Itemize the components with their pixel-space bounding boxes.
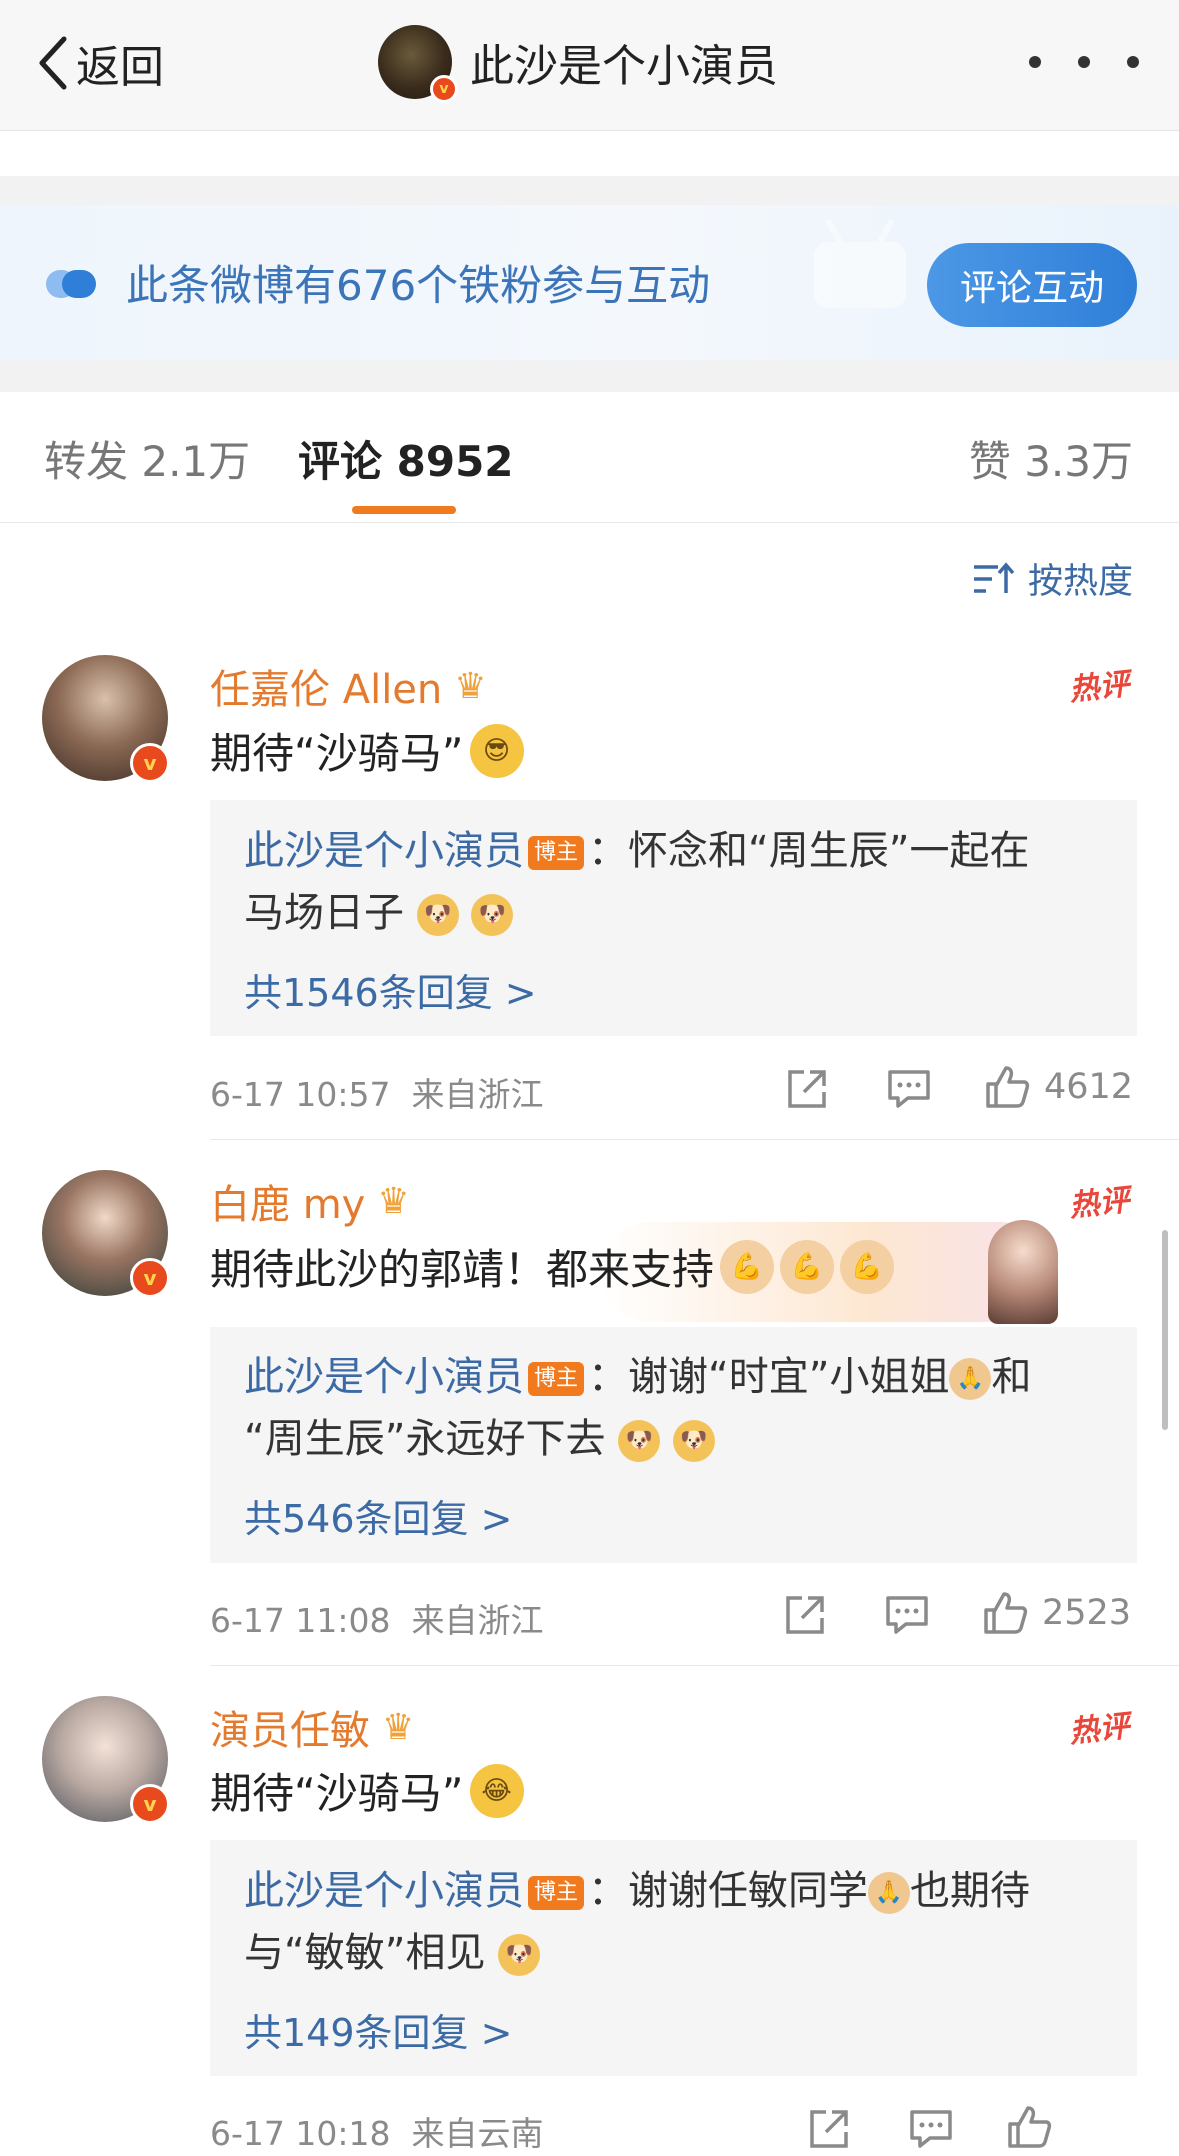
muscle-emoji-icon: 💪 [840, 1239, 895, 1294]
hot-comment-badge: 热评 [1067, 1708, 1132, 1751]
author-avatar[interactable]: v [378, 25, 458, 103]
verified-badge-icon: v [430, 75, 458, 103]
comment-interact-button[interactable]: 评论互动 [927, 243, 1137, 327]
fans-icon [46, 270, 96, 298]
crown-icon: ♛ [377, 1180, 410, 1222]
crown-icon: ♛ [454, 665, 487, 707]
comment-divider [210, 1139, 1179, 1140]
back-label: 返回 [76, 42, 164, 93]
author-tag: 博主 [528, 1876, 585, 1910]
doge-emoji-icon: 🐶 [471, 894, 514, 936]
more-dot-icon [1127, 56, 1139, 68]
muscle-emoji-icon: 💪 [720, 1239, 775, 1294]
author-tag: 博主 [528, 1362, 585, 1396]
doge-emoji-icon: 🐶 [618, 1420, 661, 1462]
reply-text: “周生辰”永远好下去 🐶 🐶 [244, 1408, 715, 1470]
sort-icon [973, 561, 1014, 593]
view-replies-link[interactable]: 共546条回复 > [244, 1488, 512, 1543]
verified-badge-icon: v [130, 1258, 170, 1298]
verified-badge-icon: v [130, 1784, 170, 1824]
comment-text: 期待“沙骑马” 😂 [210, 1760, 524, 1821]
clap-hands-emoji-icon: 🙏 [868, 1872, 911, 1914]
tv-decoration-icon [814, 218, 906, 308]
reply-author[interactable]: 此沙是个小演员 [244, 1354, 524, 1400]
comment-divider [210, 1665, 1179, 1666]
comment-icon[interactable] [884, 1592, 930, 1638]
doge-emoji-icon: 🐶 [672, 1420, 715, 1462]
cool-emoji-icon: 😎 [469, 723, 524, 778]
like-button[interactable] [1006, 2104, 1066, 2150]
bubble-character-avatar [988, 1220, 1058, 1324]
reply-author[interactable]: 此沙是个小演员 [244, 828, 524, 874]
fan-interaction-text: 此条微博有676个铁粉参与互动 [126, 261, 711, 310]
commenter-avatar[interactable]: v [42, 1696, 170, 1824]
hot-comment-badge: 热评 [1067, 666, 1132, 709]
nav-title-group[interactable]: v 此沙是个小演员 [378, 24, 778, 103]
sort-label: 按热度 [1027, 562, 1133, 602]
share-icon[interactable] [806, 2106, 852, 2152]
commenter-name[interactable]: 白鹿 my ♛ [210, 1172, 410, 1230]
active-tab-indicator [352, 506, 456, 514]
comment-icon[interactable] [908, 2106, 954, 2152]
comment-text: 期待“沙骑马” 😎 [210, 720, 524, 781]
commenter-avatar[interactable]: v [42, 1170, 170, 1298]
doge-emoji-icon: 🐶 [416, 894, 459, 936]
commenter-name[interactable]: 任嘉伦 Allen ♛ [210, 657, 487, 715]
more-dot-icon [1078, 56, 1090, 68]
reply-text: 此沙是个小演员 博主 ：怀念和“周生辰”一起在 [244, 828, 1030, 874]
hot-comment-badge: 热评 [1067, 1182, 1132, 1225]
tab-like[interactable]: 赞 3.3万 [969, 428, 1133, 489]
like-count: 4612 [1044, 1067, 1134, 1107]
comment-timestamp: 6-17 11:08 来自浙江 [210, 1601, 544, 1640]
tab-repost[interactable]: 转发 2.1万 [44, 428, 250, 489]
reply-author[interactable]: 此沙是个小演员 [244, 1868, 524, 1914]
like-button[interactable]: 2523 [982, 1590, 1131, 1636]
comment-timestamp: 6-17 10:18 来自云南 [210, 2114, 544, 2153]
like-count: 2523 [1042, 1593, 1132, 1633]
page-title: 此沙是个小演员 [470, 41, 778, 92]
crown-icon: ♛ [382, 1706, 415, 1748]
like-button[interactable]: 4612 [984, 1064, 1133, 1110]
thumbs-up-icon [984, 1592, 1028, 1634]
reply-text: 此沙是个小演员 博主 ：谢谢“时宜”小姐姐 🙏 和 [244, 1354, 1032, 1400]
section-separator [0, 176, 1179, 206]
commenter-avatar[interactable]: v [42, 655, 170, 783]
author-tag: 博主 [528, 836, 585, 870]
more-dot-icon [1029, 56, 1041, 68]
verified-badge-icon: v [130, 743, 170, 783]
scrollbar[interactable] [1162, 1230, 1168, 1430]
chevron-left-icon [39, 36, 67, 90]
section-separator [0, 360, 1179, 392]
clap-hands-emoji-icon: 🙏 [949, 1358, 992, 1400]
doge-emoji-icon: 🐶 [498, 1934, 541, 1976]
laughing-crying-emoji-icon: 😂 [469, 1763, 524, 1818]
thumbs-up-icon [1008, 2106, 1052, 2148]
reply-text: 与“敏敏”相见 🐶 [244, 1922, 541, 1984]
view-replies-link[interactable]: 共149条回复 > [244, 2002, 512, 2057]
share-icon[interactable] [782, 1592, 828, 1638]
comment-text: 期待此沙的郭靖！都来支持 💪 💪 💪 [210, 1236, 895, 1297]
tabs-divider [0, 522, 1179, 523]
view-replies-link[interactable]: 共1546条回复 > [244, 962, 537, 1017]
more-menu-button[interactable] [1029, 40, 1139, 84]
comment-icon[interactable] [886, 1066, 932, 1112]
back-button[interactable]: 返回 [34, 28, 164, 98]
reply-text: 马场日子 🐶 🐶 [244, 882, 514, 944]
sort-by-hot-button[interactable]: 按热度 [972, 553, 1133, 604]
tab-comment[interactable]: 评论 8952 [298, 428, 514, 489]
commenter-name[interactable]: 演员任敏 ♛ [210, 1698, 414, 1756]
comment-timestamp: 6-17 10:57 来自浙江 [210, 1075, 544, 1114]
reply-text: 此沙是个小演员 博主 ：谢谢任敏同学 🙏 也期待 [244, 1868, 1031, 1914]
muscle-emoji-icon: 💪 [780, 1239, 835, 1294]
share-icon[interactable] [784, 1066, 830, 1112]
thumbs-up-icon [986, 1066, 1030, 1108]
